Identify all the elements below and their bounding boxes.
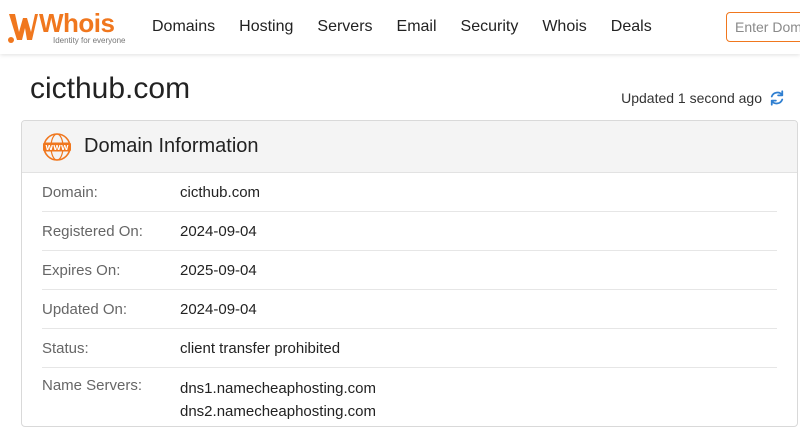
- whois-logo-icon: [8, 14, 38, 43]
- row-value: client transfer prohibited: [180, 339, 341, 357]
- row-label: Domain:: [42, 183, 98, 201]
- info-row-registered-on: Registered On: 2024-09-04: [42, 212, 777, 251]
- name-servers-list: dns1.namecheaphosting.com dns2.namecheap…: [180, 377, 376, 423]
- whois-logo[interactable]: Whois Identity for everyone: [6, 7, 128, 47]
- row-label: Status:: [42, 339, 89, 357]
- updated-text: Updated 1 second ago: [621, 90, 762, 106]
- nav-item-whois[interactable]: Whois: [530, 0, 598, 54]
- nav-item-domains[interactable]: Domains: [140, 0, 227, 54]
- refresh-icon[interactable]: [768, 89, 786, 107]
- row-label: Registered On:: [42, 222, 143, 240]
- row-value: 2025-09-04: [180, 261, 257, 279]
- www-icon: WWW: [43, 132, 71, 161]
- card-header: WWW Domain Information: [22, 121, 797, 173]
- domain-info-table: Domain: cicthub.com Registered On: 2024-…: [22, 173, 797, 423]
- logo-tagline: Identity for everyone: [53, 36, 126, 45]
- nav-item-deals[interactable]: Deals: [599, 0, 664, 54]
- nav-item-email[interactable]: Email: [385, 0, 449, 54]
- name-server: dns2.namecheaphosting.com: [180, 403, 376, 420]
- info-row-updated-on: Updated On: 2024-09-04: [42, 290, 777, 329]
- svg-text:WWW: WWW: [45, 143, 68, 151]
- domain-search-input[interactable]: [726, 12, 800, 42]
- nav-item-hosting[interactable]: Hosting: [227, 0, 305, 54]
- logo-wordmark: Whois: [39, 8, 115, 38]
- row-label: Name Servers:: [42, 377, 143, 394]
- main-nav: Domains Hosting Servers Email Security W…: [140, 0, 664, 54]
- domain-information-card: WWW Domain Information Domain: cicthub.c…: [21, 120, 798, 427]
- nav-item-security[interactable]: Security: [449, 0, 531, 54]
- row-value: 2024-09-04: [180, 222, 257, 240]
- row-label: Expires On:: [42, 261, 121, 279]
- update-status: Updated 1 second ago: [621, 89, 786, 107]
- card-title: Domain Information: [84, 135, 259, 157]
- info-row-status: Status: client transfer prohibited: [42, 329, 777, 368]
- info-row-domain: Domain: cicthub.com: [42, 173, 777, 212]
- page-title: cicthub.com: [30, 72, 191, 105]
- row-value: 2024-09-04: [180, 300, 257, 318]
- row-value: cicthub.com: [180, 183, 261, 201]
- name-server: dns1.namecheaphosting.com: [180, 380, 376, 397]
- nav-item-servers[interactable]: Servers: [305, 0, 384, 54]
- info-row-name-servers: Name Servers: dns1.namecheaphosting.com …: [42, 368, 777, 423]
- row-label: Updated On:: [42, 300, 128, 318]
- top-navigation-bar: Whois Identity for everyone Domains Host…: [0, 0, 800, 54]
- info-row-expires-on: Expires On: 2025-09-04: [42, 251, 777, 290]
